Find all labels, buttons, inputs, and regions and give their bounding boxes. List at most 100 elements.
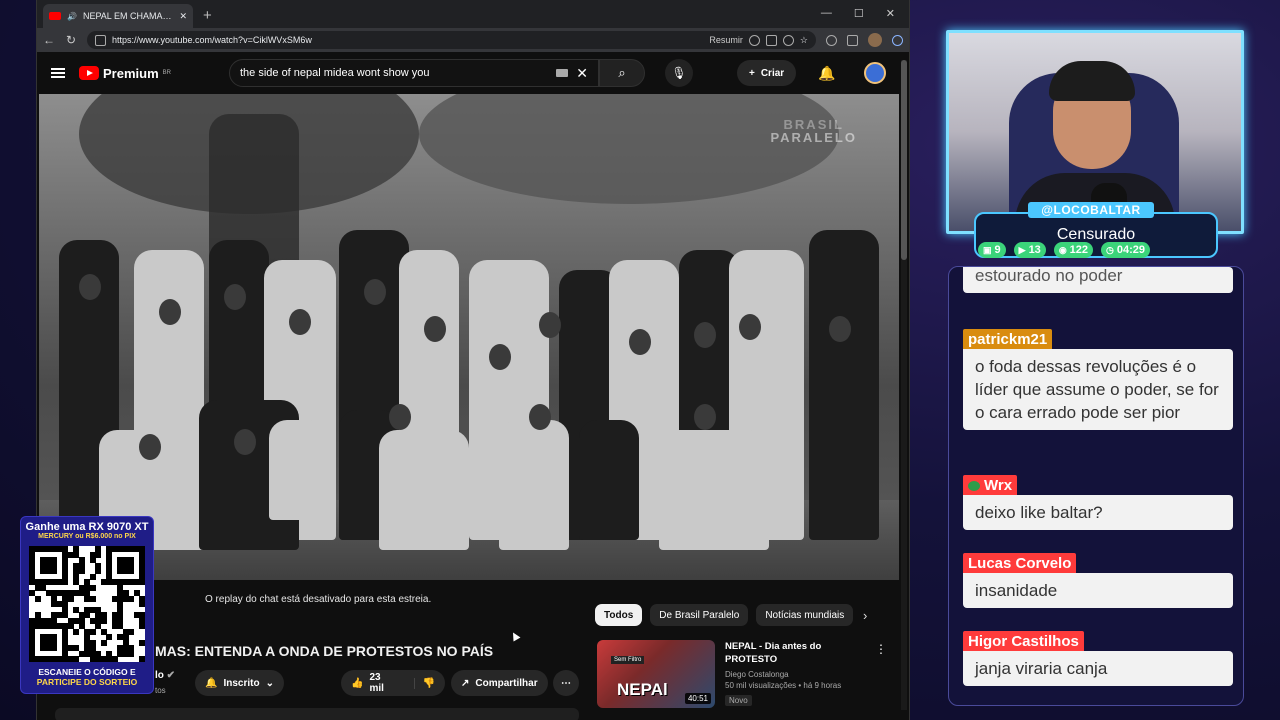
more-icon: ⋯: [561, 677, 571, 689]
video-duration: 40:51: [684, 693, 711, 704]
video-options-icon[interactable]: ⋮: [875, 642, 887, 656]
qr-code[interactable]: [29, 546, 146, 663]
qr-module: [111, 656, 118, 663]
url-text: https://www.youtube.com/watch?v=CiklWVxS…: [112, 35, 312, 45]
thumbnail-tag: Sem Filtro: [611, 656, 645, 664]
new-tab-button[interactable]: +: [203, 7, 212, 24]
share-label: Compartilhar: [475, 677, 538, 689]
chip-world-news[interactable]: Notícias mundiais: [756, 604, 854, 626]
video-player[interactable]: BRASIL PARALELO: [39, 94, 899, 580]
close-window-button[interactable]: ✕: [886, 7, 895, 20]
back-icon[interactable]: ←: [43, 33, 55, 47]
like-button[interactable]: 👍 23 mil 👎: [341, 670, 445, 696]
qr-module: [73, 628, 80, 635]
page-scrollbar[interactable]: [901, 60, 907, 710]
video-title: MAS: ENTENDA A ONDA DE PROTESTOS NO PAÍS: [155, 643, 494, 659]
menu-icon[interactable]: [51, 68, 65, 78]
qr-module: [128, 650, 135, 657]
verified-icon: ✔: [166, 670, 176, 681]
thumbnail-text: NEPAl: [617, 680, 668, 699]
share-button[interactable]: ↗ Compartilhar: [451, 670, 548, 696]
qr-module: [100, 617, 107, 624]
plus-icon: +: [748, 67, 755, 79]
youtube-icon: ▶: [1018, 244, 1026, 255]
chat-message: estourado no poder: [963, 267, 1233, 293]
voice-search-button[interactable]: 🎙: [664, 59, 693, 87]
maximize-button[interactable]: ☐: [854, 7, 864, 20]
site-info-icon[interactable]: [95, 34, 106, 46]
browser-window: 🔊 NEPAL EM CHAMAS: ENTENDA ✕ + — ☐ ✕ ← ↻…: [36, 0, 910, 720]
qr-module: [78, 568, 85, 575]
chips-next-arrow-icon[interactable]: ›: [863, 608, 867, 623]
channel-name[interactable]: lo ✔: [155, 670, 175, 681]
tab-title: NEPAL EM CHAMAS: ENTENDA: [82, 11, 173, 21]
chat-text: estourado no poder: [963, 267, 1233, 293]
search-button[interactable]: ⌕: [598, 59, 645, 87]
comment-bar[interactable]: [55, 708, 579, 720]
chat-text: o foda dessas revoluções é o líder que a…: [963, 349, 1233, 430]
subscribed-button[interactable]: 🔔 Inscrito ⌄: [195, 670, 284, 696]
video-thumbnail[interactable]: Sem Filtro NEPAl 40:51: [597, 640, 715, 708]
chip-all[interactable]: Todos: [595, 604, 643, 626]
giveaway-promo: Ganhe uma RX 9070 XT MERCURY ou R$6.000 …: [20, 516, 154, 694]
watermark-line2: PARALELO: [770, 130, 857, 145]
extensions-puzzle-icon[interactable]: [826, 34, 837, 46]
qr-module: [106, 634, 113, 641]
youtube-header: Premium BR the side of nepal midea wont …: [37, 52, 909, 94]
reload-icon[interactable]: ↻: [65, 33, 77, 47]
qr-module: [139, 601, 146, 608]
chat-username: patrickm21: [963, 329, 1053, 349]
recommended-video[interactable]: Sem Filtro NEPAl 40:51 NEPAL - Dia antes…: [597, 640, 855, 708]
zoom-icon[interactable]: [782, 34, 794, 46]
mic-icon: 🎙: [671, 66, 687, 80]
video-watermark: BRASIL PARALELO: [770, 118, 857, 144]
profile-avatar[interactable]: [868, 33, 882, 47]
chat-text: janja viraria canja: [963, 651, 1233, 686]
qr-module: [73, 656, 80, 663]
thumbs-down-icon[interactable]: 👎: [413, 677, 435, 689]
stat-twitch: ▣ 9: [978, 242, 1006, 258]
create-button[interactable]: + Criar: [736, 60, 797, 86]
recommended-channel[interactable]: Diego Costalonga: [725, 670, 855, 679]
qr-module: [89, 595, 96, 602]
clear-search-icon[interactable]: ✕: [576, 65, 588, 82]
search-input[interactable]: the side of nepal midea wont show you ✕: [228, 59, 599, 87]
qr-module: [34, 595, 41, 602]
summarize-button[interactable]: Resumir: [709, 35, 743, 45]
copilot-icon[interactable]: [892, 34, 903, 46]
apps-icon[interactable]: [765, 34, 777, 46]
notifications-bell-icon[interactable]: 🔔: [818, 65, 835, 82]
chip-channel[interactable]: De Brasil Paralelo: [650, 604, 749, 626]
thumbs-up-icon: 👍: [351, 677, 364, 689]
keyboard-icon[interactable]: [556, 69, 569, 77]
account-avatar[interactable]: [863, 62, 886, 84]
qr-module: [51, 645, 58, 652]
chat-username: Wrx: [963, 475, 1018, 495]
tab-close-icon[interactable]: ✕: [179, 11, 187, 22]
like-count: 23 mil: [369, 672, 384, 694]
url-field[interactable]: https://www.youtube.com/watch?v=CiklWVxS…: [87, 31, 816, 49]
more-actions-button[interactable]: ⋯: [553, 670, 579, 696]
viewer-stats: ▣ 9 ▶ 13 ◉ 122 ◷ 04:29: [978, 242, 1151, 258]
recommended-title[interactable]: NEPAL - Dia antes do PROTESTO: [725, 640, 855, 666]
twitch-icon: ▣: [983, 244, 992, 255]
qr-module: [128, 568, 135, 575]
browser-tab[interactable]: 🔊 NEPAL EM CHAMAS: ENTENDA ✕: [43, 4, 193, 28]
share-icon: ↗: [461, 677, 470, 689]
collections-icon[interactable]: [847, 34, 858, 46]
chat-message: patrickm21 o foda dessas revoluções é o …: [963, 329, 1233, 430]
youtube-logo[interactable]: Premium BR: [79, 66, 171, 81]
minimize-button[interactable]: —: [821, 7, 832, 20]
recommendation-chips: Todos De Brasil Paralelo Notícias mundia…: [595, 604, 854, 626]
qr-module: [139, 656, 146, 663]
logo-text: Premium: [103, 65, 159, 81]
qr-module: [67, 595, 74, 602]
extension-icon[interactable]: [748, 34, 760, 46]
speaker-icon: 🔊: [67, 11, 77, 21]
chevron-down-icon: ⌄: [265, 677, 274, 689]
stat-youtube: ▶ 13: [1013, 242, 1046, 258]
qr-module: [100, 639, 107, 646]
chat-text: insanidade: [963, 573, 1233, 608]
qr-module: [89, 573, 96, 580]
favorite-star-icon[interactable]: ☆: [800, 35, 808, 46]
